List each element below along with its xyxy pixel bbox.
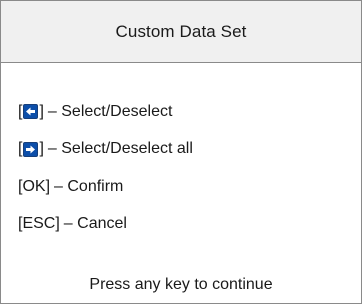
help-line-select-deselect: [ ] – Select/Deselect	[18, 93, 193, 131]
help-desc-select-deselect-all: – Select/Deselect all	[47, 140, 193, 158]
esc-key-label: [ESC]	[18, 215, 60, 233]
bracket-open: [	[18, 102, 23, 120]
help-line-select-deselect-all: [ ] – Select/Deselect all	[18, 131, 193, 169]
key-help-list: [ ] – Select/Deselect [ ] – Select/Desel…	[18, 93, 193, 243]
ok-key-label: [OK]	[18, 177, 51, 195]
help-line-confirm: [OK] – Confirm	[18, 168, 193, 206]
left-arrow-key-icon	[23, 104, 39, 120]
custom-data-set-dialog: Custom Data Set [ ] – Select/Deselect [ …	[0, 0, 362, 304]
help-desc-select-deselect: – Select/Deselect	[47, 102, 173, 120]
dialog-title: Custom Data Set	[115, 21, 247, 41]
bracket-close: ]	[39, 140, 44, 158]
press-any-key-prompt: Press any key to continue	[89, 276, 273, 293]
help-desc-cancel: – Cancel	[63, 215, 127, 233]
help-line-cancel: [ESC] – Cancel	[18, 206, 193, 244]
dialog-title-bar: Custom Data Set	[1, 1, 361, 63]
right-arrow-key-icon	[23, 141, 39, 157]
bracket-close: ]	[39, 102, 44, 120]
bracket-open: [	[18, 140, 23, 158]
help-desc-confirm: – Confirm	[54, 177, 124, 195]
